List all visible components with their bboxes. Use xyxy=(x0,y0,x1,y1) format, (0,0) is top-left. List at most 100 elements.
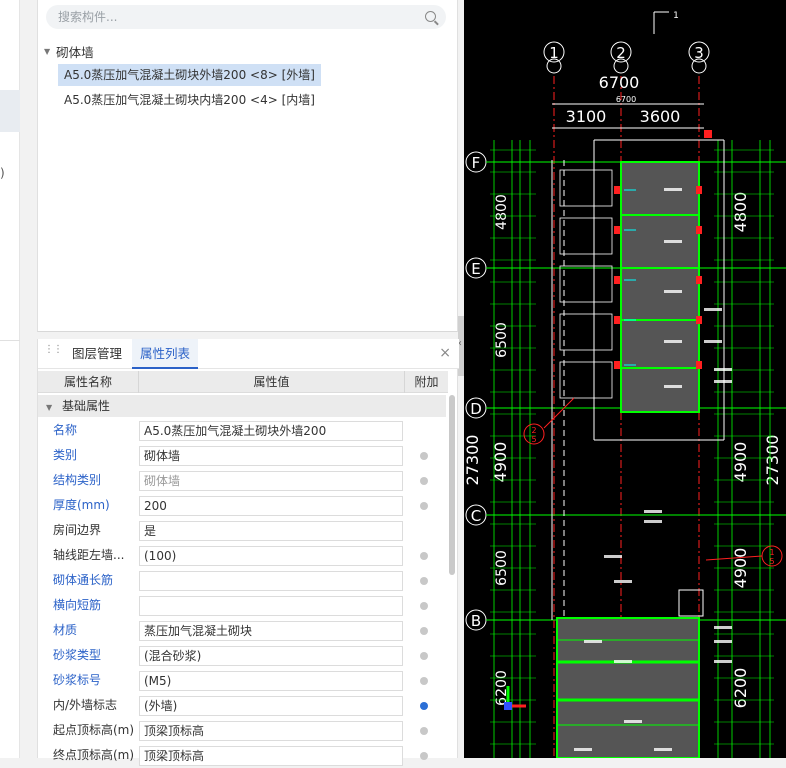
search-input[interactable] xyxy=(46,5,406,29)
attach-dot-icon[interactable] xyxy=(420,627,428,635)
attach-dot-icon[interactable] xyxy=(420,752,428,760)
property-value-field[interactable]: (混合砂浆) xyxy=(139,646,403,666)
property-value-field[interactable]: A5.0蒸压加气混凝土砌块外墙200 xyxy=(139,421,403,441)
callout-text: 5 xyxy=(769,557,774,566)
callout-leader xyxy=(543,397,575,429)
table-row[interactable]: 横向短筋 xyxy=(38,593,448,618)
annotation-text-mark xyxy=(664,240,682,243)
property-value-field[interactable]: 砌体墙 xyxy=(139,471,403,491)
table-row[interactable]: 房间边界 是 xyxy=(38,518,448,543)
property-value-field[interactable]: 是 xyxy=(139,521,403,541)
property-name: 材质 xyxy=(53,623,78,637)
table-row[interactable]: 结构类别 砌体墙 xyxy=(38,468,448,493)
property-value-field[interactable] xyxy=(139,571,403,591)
property-scrollbar[interactable] xyxy=(449,395,455,575)
table-row[interactable]: 砂浆类型 (混合砂浆) xyxy=(38,643,448,668)
tree-item-interior-wall[interactable]: A5.0蒸压加气混凝土砌块内墙200 <4> [内墙] xyxy=(58,89,321,111)
section-basic-properties[interactable]: ▼ 基础属性 xyxy=(38,395,446,417)
table-row[interactable]: 砌体通长筋 xyxy=(38,568,448,593)
tab-property-list[interactable]: 属性列表 xyxy=(132,339,199,369)
dim-total: 6700 xyxy=(599,73,640,92)
annotation-text-mark xyxy=(604,555,622,558)
tree-item-exterior-wall[interactable]: A5.0蒸压加气混凝土砌块外墙200 <8> [外墙] xyxy=(58,64,321,86)
property-value-field[interactable]: 顶梁顶标高 xyxy=(139,721,403,741)
table-row[interactable]: 起点顶标高(m) 顶梁顶标高 xyxy=(38,718,448,743)
attach-dot-icon[interactable] xyxy=(420,652,428,660)
search-icon[interactable] xyxy=(425,11,436,22)
dim-left: 6500 xyxy=(494,322,510,358)
annotation-text-mark xyxy=(624,720,642,723)
dim-right: 4800 xyxy=(731,192,750,233)
bay-outline xyxy=(559,265,613,303)
close-icon[interactable]: × xyxy=(439,345,451,361)
annotation-text-mark xyxy=(664,290,682,293)
property-value-field[interactable]: 砌体墙 xyxy=(139,446,403,466)
section-label: 基础属性 xyxy=(61,399,110,413)
axis-label-left: F xyxy=(472,154,481,172)
cad-drawing-canvas[interactable]: 1 2 3 1 6700 6700 3100 3600 F E D C B 4800 4900 4900 620… xyxy=(464,0,786,758)
property-name: 起点顶标高(m) xyxy=(53,723,135,737)
property-value-field[interactable]: 200 xyxy=(139,496,403,516)
attach-dot-icon[interactable] xyxy=(420,502,428,510)
wall-opening xyxy=(614,226,620,234)
axis-label-left: C xyxy=(471,507,481,525)
annotation-text-mark xyxy=(664,188,682,191)
chevron-down-icon[interactable]: ▼ xyxy=(46,403,52,412)
wall-opening xyxy=(696,316,702,324)
attach-dot-icon[interactable] xyxy=(420,602,428,610)
attach-dot-icon[interactable] xyxy=(420,552,428,560)
wall-opening xyxy=(696,226,702,234)
property-value-field[interactable]: (M5) xyxy=(139,671,403,691)
search-box[interactable] xyxy=(46,5,446,29)
table-row[interactable]: 厚度(mm) 200 xyxy=(38,493,448,518)
header-property-name: 属性名称 xyxy=(38,371,139,393)
property-name: 名称 xyxy=(53,423,78,437)
property-panel: ⋮⋮ 图层管理 属性列表 × 属性名称 属性值 附加 ▼ 基础属性 名称 A5.0… xyxy=(37,339,459,766)
room-block-upper xyxy=(620,161,700,413)
tree-group-label: 砌体墙 xyxy=(56,45,94,60)
annotation-text-mark xyxy=(574,748,592,751)
property-value-field[interactable]: 蒸压加气混凝土砌块 xyxy=(139,621,403,641)
annotation-text-mark xyxy=(714,626,732,629)
axis-label-left: D xyxy=(470,400,482,418)
annotation-text-mark xyxy=(644,510,662,513)
ucs-origin-icon xyxy=(504,702,512,710)
attach-dot-icon[interactable] xyxy=(420,702,428,710)
table-row[interactable]: 名称 A5.0蒸压加气混凝土砌块外墙200 xyxy=(38,418,448,443)
attach-dot-icon[interactable] xyxy=(420,477,428,485)
table-row[interactable]: 类别 砌体墙 xyxy=(38,443,448,468)
table-row[interactable]: 轴线距左墙... (100) xyxy=(38,543,448,568)
annotation-text-mark xyxy=(704,308,722,311)
table-row[interactable]: 内/外墙标志 (外墙) xyxy=(38,693,448,718)
annotation-text-mark xyxy=(654,748,672,751)
drag-grip-icon[interactable]: ⋮⋮ xyxy=(44,345,63,355)
attach-dot-icon[interactable] xyxy=(420,452,428,460)
left-strip-text: ) xyxy=(0,166,5,180)
left-strip-divider xyxy=(0,340,20,341)
axis-label-left: B xyxy=(471,612,481,630)
property-value-field[interactable] xyxy=(139,596,403,616)
axis-label-left: E xyxy=(471,260,480,278)
left-strip-highlight[interactable] xyxy=(0,90,20,132)
bay-outline xyxy=(559,169,613,207)
bay-outline xyxy=(559,217,613,255)
attach-dot-icon[interactable] xyxy=(420,727,428,735)
property-value-field[interactable]: (外墙) xyxy=(139,696,403,716)
chevron-down-icon[interactable]: ▼ xyxy=(44,47,50,56)
property-name: 横向短筋 xyxy=(53,598,102,612)
annotation-text-mark xyxy=(614,580,632,583)
floor-plan-drawing[interactable]: 1 2 31670067003100 3600FEDCB480049004900620… xyxy=(464,0,786,758)
dim-right: 4900 xyxy=(731,442,750,483)
attach-dot-icon[interactable] xyxy=(420,577,428,585)
table-row[interactable]: 砂浆标号 (M5) xyxy=(38,668,448,693)
component-tree-panel: ▼ 砌体墙 A5.0蒸压加气混凝土砌块外墙200 <8> [外墙] A5.0蒸压… xyxy=(37,0,458,332)
table-row[interactable]: 材质 蒸压加气混凝土砌块 xyxy=(38,618,448,643)
property-value-field[interactable]: 顶梁顶标高 xyxy=(139,746,403,766)
tab-layer-management[interactable]: 图层管理 xyxy=(64,339,130,369)
tree-group-masonry-wall[interactable]: ▼ 砌体墙 xyxy=(44,42,94,61)
bay-outline xyxy=(559,361,613,399)
table-row[interactable]: 终点顶标高(m) 顶梁顶标高 xyxy=(38,743,448,768)
annotation-text-mark xyxy=(664,340,682,343)
property-value-field[interactable]: (100) xyxy=(139,546,403,566)
attach-dot-icon[interactable] xyxy=(420,677,428,685)
